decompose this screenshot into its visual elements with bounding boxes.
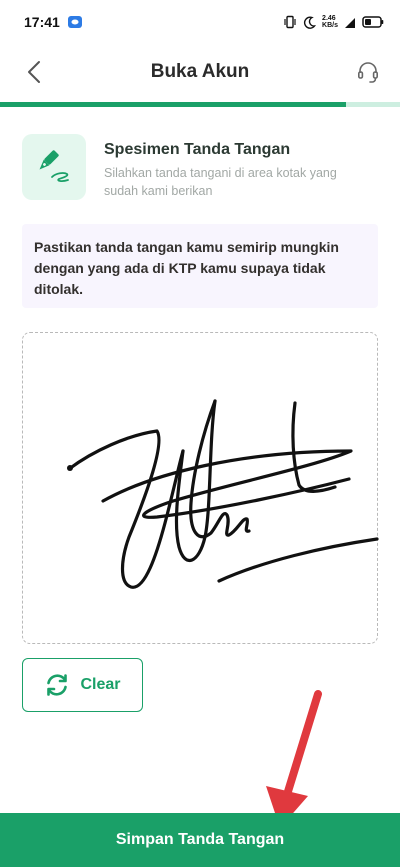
- status-time: 17:41: [24, 14, 60, 30]
- chevron-left-icon: [28, 61, 40, 83]
- clear-button[interactable]: Clear: [22, 658, 143, 712]
- page-title: Buka Akun: [150, 61, 250, 82]
- notice-box: Pastikan tanda tangan kamu semirip mungk…: [22, 224, 378, 308]
- intro-text: Spesimen Tanda Tangan Silahkan tanda tan…: [104, 134, 374, 204]
- vibrate-icon: [284, 15, 296, 29]
- pen-signature-icon: [22, 134, 86, 200]
- refresh-icon: [47, 674, 68, 696]
- back-button[interactable]: [18, 54, 50, 90]
- save-signature-label: Simpan Tanda Tangan: [115, 831, 285, 848]
- progress-bar: [0, 102, 400, 107]
- headset-icon: [357, 62, 379, 83]
- battery-icon: [362, 16, 384, 28]
- save-signature-button[interactable]: Simpan Tanda Tangan: [0, 813, 400, 867]
- moon-icon: [304, 15, 317, 29]
- signature-pad[interactable]: [22, 332, 379, 644]
- status-bar: 17:41 2.46 KB/s: [0, 0, 400, 44]
- progress-fill: [0, 102, 346, 107]
- intro-description: Silahkan tanda tangani di area kotak yan…: [104, 166, 337, 198]
- signal-icon: [345, 17, 355, 28]
- intro-title: Spesimen Tanda Tangan: [104, 141, 291, 158]
- help-button[interactable]: [352, 54, 384, 90]
- status-icons: 2.46 KB/s: [283, 15, 384, 29]
- clear-button-label: Clear: [80, 676, 121, 693]
- network-speed: 2.46 KB/s: [322, 15, 338, 29]
- signature-intro: Spesimen Tanda Tangan Silahkan tanda tan…: [22, 134, 382, 204]
- app-header: Buka Akun: [0, 44, 400, 100]
- app-notification-icon: [67, 16, 82, 28]
- signature-stroke: [67, 399, 379, 589]
